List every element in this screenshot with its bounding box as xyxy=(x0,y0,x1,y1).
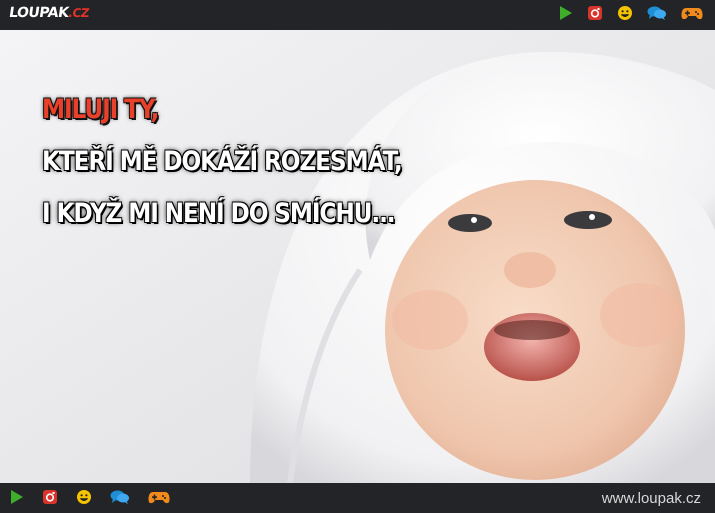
smiley-icon[interactable] xyxy=(617,5,633,21)
bottom-icon-menu xyxy=(10,489,170,505)
top-bar: LOUPAK.CZ xyxy=(0,0,715,30)
smiley-icon[interactable] xyxy=(76,489,92,505)
meme-image: MILUJI TY, KTEŘÍ MĚ DOKÁŽÍ ROZESMÁT, I K… xyxy=(0,30,715,483)
top-icon-menu xyxy=(559,5,703,21)
logo-suffix: .CZ xyxy=(67,6,90,20)
site-logo[interactable]: LOUPAK.CZ xyxy=(8,5,90,21)
gamepad-icon[interactable] xyxy=(681,5,703,21)
instagram-icon[interactable] xyxy=(42,489,58,505)
bottom-bar: www.loupak.cz xyxy=(0,483,715,513)
caption-line-3: I KDYŽ MI NENÍ DO SMÍCHU... xyxy=(42,198,396,229)
caption-line-2: KTEŘÍ MĚ DOKÁŽÍ ROZESMÁT, xyxy=(42,146,403,177)
logo-text: LOUPAK xyxy=(7,5,70,21)
chat-icon[interactable] xyxy=(647,5,667,21)
caption-line-1: MILUJI TY, xyxy=(42,94,160,125)
gamepad-icon[interactable] xyxy=(148,489,170,505)
play-icon[interactable] xyxy=(559,5,573,21)
play-icon[interactable] xyxy=(10,489,24,505)
instagram-icon[interactable] xyxy=(587,5,603,21)
chat-icon[interactable] xyxy=(110,489,130,505)
site-url[interactable]: www.loupak.cz xyxy=(602,490,701,507)
meme-caption: MILUJI TY, KTEŘÍ MĚ DOKÁŽÍ ROZESMÁT, I K… xyxy=(42,94,403,252)
